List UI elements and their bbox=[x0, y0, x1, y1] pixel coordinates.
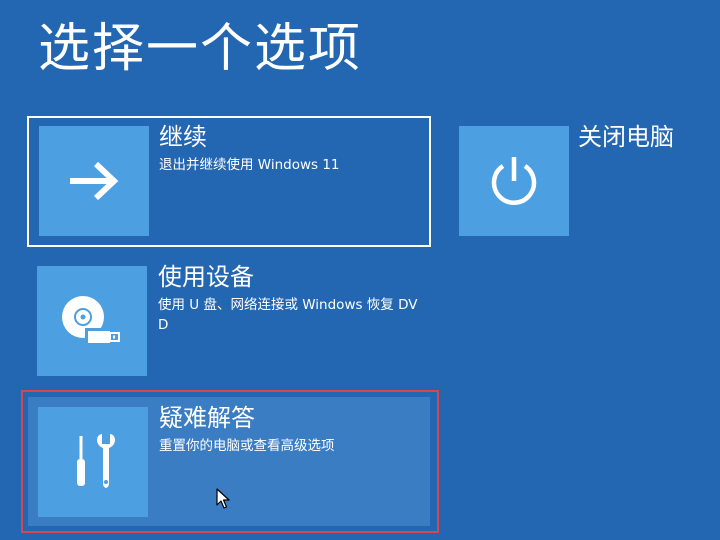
page-title: 选择一个选项 bbox=[38, 19, 363, 79]
troubleshoot-tile bbox=[38, 407, 148, 517]
tools-icon bbox=[77, 434, 115, 488]
mouse-cursor-icon bbox=[216, 488, 230, 509]
troubleshoot-description: 重置你的电脑或查看高级选项 bbox=[159, 438, 335, 454]
troubleshoot-title: 疑难解答 bbox=[159, 404, 255, 432]
shutdown-option[interactable]: 关闭电脑 bbox=[448, 116, 710, 247]
shutdown-title: 关闭电脑 bbox=[578, 123, 674, 151]
use-device-tile bbox=[37, 266, 147, 376]
shutdown-tile bbox=[459, 126, 569, 236]
arrow-right-icon bbox=[70, 161, 119, 201]
continue-option[interactable]: 继续 退出并继续使用 Windows 11 bbox=[27, 116, 431, 247]
continue-description: 退出并继续使用 Windows 11 bbox=[159, 157, 340, 173]
power-icon bbox=[491, 157, 537, 205]
use-device-description: 使用 U 盘、网络连接或 Windows 恢复 DVD bbox=[158, 297, 418, 333]
disc-usb-icon bbox=[62, 296, 120, 343]
use-device-title: 使用设备 bbox=[158, 263, 254, 291]
recovery-screen: 选择一个选项 继续 退出并继续使用 Windows 11 使用设备 使用 U 盘… bbox=[0, 0, 720, 540]
continue-title: 继续 bbox=[159, 123, 207, 151]
use-device-option[interactable]: 使用设备 使用 U 盘、网络连接或 Windows 恢复 DVD bbox=[27, 256, 431, 387]
continue-tile bbox=[39, 126, 149, 236]
